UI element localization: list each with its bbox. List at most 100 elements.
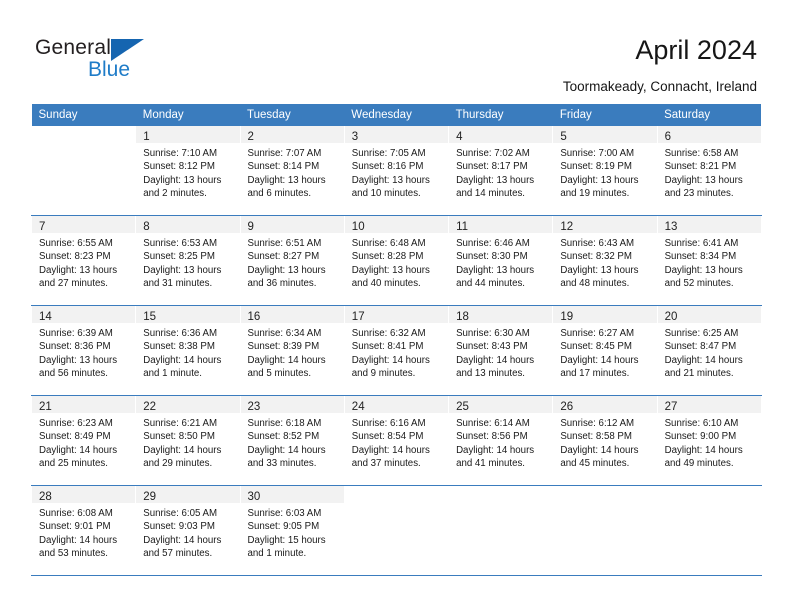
calendar-day-cell[interactable]: 16 Sunrise: 6:34 AM Sunset: 8:39 PM Dayligh… bbox=[240, 306, 344, 395]
daylight-duration-line2: and 6 minutes. bbox=[247, 188, 312, 200]
daylight-duration-line2: and 21 minutes. bbox=[664, 368, 734, 380]
weekday-header-sunday: Sunday bbox=[31, 104, 136, 126]
sunrise-time: Sunrise: 6:48 AM bbox=[351, 238, 426, 249]
calendar-day-cell[interactable]: 26 Sunrise: 6:12 AM Sunset: 8:58 PM Dayligh… bbox=[553, 396, 657, 485]
daylight-duration-line1: Daylight: 14 hours bbox=[39, 534, 118, 546]
calendar-cell: 19 Sunrise: 6:27 AM Sunset: 8:45 PM Dayligh… bbox=[552, 305, 658, 396]
calendar-day-cell[interactable]: 8 Sunrise: 6:53 AM Sunset: 8:25 PM Daylight… bbox=[136, 216, 240, 305]
sunrise-time: Sunrise: 6:21 AM bbox=[143, 418, 218, 429]
day-number-band: 1 bbox=[136, 126, 240, 143]
calendar-cell: 7 Sunrise: 6:55 AM Sunset: 8:23 PM Daylight… bbox=[30, 215, 137, 306]
sunrise-time: Sunrise: 6:16 AM bbox=[351, 418, 426, 429]
day-number-band: 23 bbox=[240, 396, 344, 413]
calendar-day-cell[interactable]: 5 Sunrise: 7:00 AM Sunset: 8:19 PM Daylight… bbox=[553, 126, 657, 215]
calendar-cell bbox=[448, 485, 554, 576]
daylight-duration-line1: Daylight: 13 hours bbox=[351, 174, 430, 186]
sunset-time: Sunset: 8:43 PM bbox=[456, 341, 528, 353]
day-number: 5 bbox=[560, 131, 567, 143]
calendar-day-cell[interactable]: 19 Sunrise: 6:27 AM Sunset: 8:45 PM Dayligh… bbox=[553, 306, 657, 395]
calendar-day-cell[interactable]: 30 Sunrise: 6:03 AM Sunset: 9:05 PM Dayligh… bbox=[240, 486, 344, 575]
sunrise-time: Sunrise: 7:10 AM bbox=[143, 148, 218, 159]
day-number-band: 27 bbox=[657, 396, 761, 413]
daylight-duration-line2: and 40 minutes. bbox=[351, 278, 421, 290]
calendar-cell: 25 Sunrise: 6:14 AM Sunset: 8:56 PM Dayligh… bbox=[448, 395, 554, 486]
daylight-duration-line2: and 9 minutes. bbox=[351, 368, 416, 380]
calendar-cell: 4 Sunrise: 7:02 AM Sunset: 8:17 PM Daylight… bbox=[448, 126, 554, 216]
calendar-day-cell[interactable]: 29 Sunrise: 6:05 AM Sunset: 9:03 PM Dayligh… bbox=[136, 486, 240, 575]
day-number: 25 bbox=[456, 401, 469, 413]
sunrise-time: Sunrise: 6:32 AM bbox=[351, 328, 426, 339]
calendar-day-cell[interactable]: 18 Sunrise: 6:30 AM Sunset: 8:43 PM Dayligh… bbox=[449, 306, 553, 395]
calendar-day-cell[interactable]: 11 Sunrise: 6:46 AM Sunset: 8:30 PM Dayligh… bbox=[449, 216, 553, 305]
sunset-time: Sunset: 8:17 PM bbox=[456, 161, 528, 173]
calendar-day-cell[interactable]: 4 Sunrise: 7:02 AM Sunset: 8:17 PM Daylight… bbox=[449, 126, 553, 215]
day-details: Sunrise: 6:12 AM Sunset: 8:58 PM Daylight:… bbox=[553, 413, 656, 471]
daylight-duration-line1: Daylight: 14 hours bbox=[143, 444, 222, 456]
calendar-day-cell[interactable]: 28 Sunrise: 6:08 AM Sunset: 9:01 PM Dayligh… bbox=[32, 486, 136, 575]
calendar-day-cell[interactable]: 25 Sunrise: 6:14 AM Sunset: 8:56 PM Dayligh… bbox=[449, 396, 553, 485]
daylight-duration-line1: Daylight: 13 hours bbox=[560, 174, 639, 186]
calendar-day-cell[interactable]: 27 Sunrise: 6:10 AM Sunset: 9:00 PM Dayligh… bbox=[657, 396, 761, 485]
day-number: 6 bbox=[664, 131, 671, 143]
calendar-cell-empty bbox=[344, 486, 449, 575]
weekday-header-saturday: Saturday bbox=[657, 104, 762, 126]
calendar-day-cell[interactable]: 3 Sunrise: 7:05 AM Sunset: 8:16 PM Daylight… bbox=[344, 126, 449, 215]
sunset-time: Sunset: 8:50 PM bbox=[143, 431, 215, 443]
sunset-time: Sunset: 8:49 PM bbox=[39, 431, 111, 443]
brand-logo[interactable]: General Blue bbox=[35, 36, 215, 86]
daylight-duration-line1: Daylight: 13 hours bbox=[39, 264, 118, 276]
day-number: 3 bbox=[351, 131, 359, 143]
calendar-day-cell[interactable]: 10 Sunrise: 6:48 AM Sunset: 8:28 PM Dayligh… bbox=[344, 216, 449, 305]
calendar-day-cell[interactable]: 2 Sunrise: 7:07 AM Sunset: 8:14 PM Daylight… bbox=[240, 126, 344, 215]
day-number-band: 11 bbox=[449, 216, 553, 233]
calendar-day-cell[interactable]: 15 Sunrise: 6:36 AM Sunset: 8:38 PM Dayligh… bbox=[136, 306, 240, 395]
daylight-duration-line1: Daylight: 14 hours bbox=[560, 354, 639, 366]
day-details: Sunrise: 7:00 AM Sunset: 8:19 PM Daylight:… bbox=[553, 143, 656, 201]
calendar-day-cell[interactable]: 24 Sunrise: 6:16 AM Sunset: 8:54 PM Dayligh… bbox=[344, 396, 449, 485]
calendar-day-cell[interactable]: 17 Sunrise: 6:32 AM Sunset: 8:41 PM Dayligh… bbox=[344, 306, 449, 395]
calendar-day-cell[interactable]: 21 Sunrise: 6:23 AM Sunset: 8:49 PM Dayligh… bbox=[32, 396, 136, 485]
day-number-band: 29 bbox=[136, 486, 240, 503]
sunset-time: Sunset: 8:41 PM bbox=[351, 341, 424, 353]
sunrise-time: Sunrise: 7:05 AM bbox=[351, 148, 426, 159]
calendar-cell: 14 Sunrise: 6:39 AM Sunset: 8:36 PM Dayligh… bbox=[30, 305, 137, 396]
day-number-band: 19 bbox=[553, 306, 657, 323]
calendar-day-cell[interactable]: 1 Sunrise: 7:10 AM Sunset: 8:12 PM Daylight… bbox=[136, 126, 240, 215]
calendar-cell: 1 Sunrise: 7:10 AM Sunset: 8:12 PM Daylight… bbox=[135, 126, 241, 216]
day-number: 28 bbox=[39, 491, 52, 503]
calendar-day-cell[interactable]: 7 Sunrise: 6:55 AM Sunset: 8:23 PM Daylight… bbox=[32, 216, 136, 305]
calendar-cell: 13 Sunrise: 6:41 AM Sunset: 8:34 PM Dayligh… bbox=[656, 215, 762, 306]
daylight-duration-line2: and 1 minute. bbox=[143, 368, 202, 380]
sunrise-time: Sunrise: 6:10 AM bbox=[664, 418, 739, 429]
daylight-duration-line2: and 14 minutes. bbox=[456, 188, 525, 200]
sunrise-time: Sunrise: 6:51 AM bbox=[247, 238, 322, 249]
daylight-duration-line2: and 1 minute. bbox=[247, 548, 307, 560]
daylight-duration-line2: and 52 minutes. bbox=[664, 278, 734, 290]
daylight-duration-line1: Daylight: 15 hours bbox=[247, 534, 326, 546]
calendar-day-cell[interactable]: 20 Sunrise: 6:25 AM Sunset: 8:47 PM Dayligh… bbox=[657, 306, 761, 395]
daylight-duration-line1: Daylight: 14 hours bbox=[39, 444, 118, 456]
calendar-cell: 29 Sunrise: 6:05 AM Sunset: 9:03 PM Dayligh… bbox=[135, 485, 241, 576]
calendar-day-cell[interactable]: 23 Sunrise: 6:18 AM Sunset: 8:52 PM Dayligh… bbox=[240, 396, 344, 485]
sunset-time: Sunset: 8:56 PM bbox=[456, 431, 528, 443]
calendar-day-cell[interactable]: 22 Sunrise: 6:21 AM Sunset: 8:50 PM Dayligh… bbox=[136, 396, 240, 485]
day-number-band: 20 bbox=[657, 306, 761, 323]
calendar-day-cell[interactable]: 9 Sunrise: 6:51 AM Sunset: 8:27 PM Daylight… bbox=[240, 216, 344, 305]
daylight-duration-line1: Daylight: 13 hours bbox=[664, 264, 743, 276]
calendar-day-cell[interactable]: 12 Sunrise: 6:43 AM Sunset: 8:32 PM Dayligh… bbox=[553, 216, 657, 305]
day-number: 2 bbox=[247, 131, 254, 143]
calendar-day-cell[interactable]: 13 Sunrise: 6:41 AM Sunset: 8:34 PM Dayligh… bbox=[657, 216, 761, 305]
sunset-time: Sunset: 8:52 PM bbox=[247, 431, 320, 443]
page-title: April 2024 bbox=[635, 35, 757, 65]
sunrise-time: Sunrise: 6:46 AM bbox=[456, 238, 530, 249]
calendar-cell: 9 Sunrise: 6:51 AM Sunset: 8:27 PM Daylight… bbox=[239, 215, 345, 306]
calendar-day-cell[interactable]: 14 Sunrise: 6:39 AM Sunset: 8:36 PM Dayligh… bbox=[32, 306, 136, 395]
sunset-time: Sunset: 8:45 PM bbox=[560, 341, 632, 353]
day-details: Sunrise: 6:25 AM Sunset: 8:47 PM Daylight:… bbox=[658, 323, 761, 381]
sunset-time: Sunset: 9:03 PM bbox=[143, 521, 215, 533]
sunrise-time: Sunrise: 6:39 AM bbox=[39, 328, 113, 339]
calendar-cell-empty bbox=[553, 486, 657, 575]
daylight-duration-line1: Daylight: 14 hours bbox=[143, 534, 222, 546]
calendar-day-cell[interactable]: 6 Sunrise: 6:58 AM Sunset: 8:21 PM Daylight… bbox=[657, 126, 761, 215]
day-number-band: 7 bbox=[32, 216, 136, 233]
